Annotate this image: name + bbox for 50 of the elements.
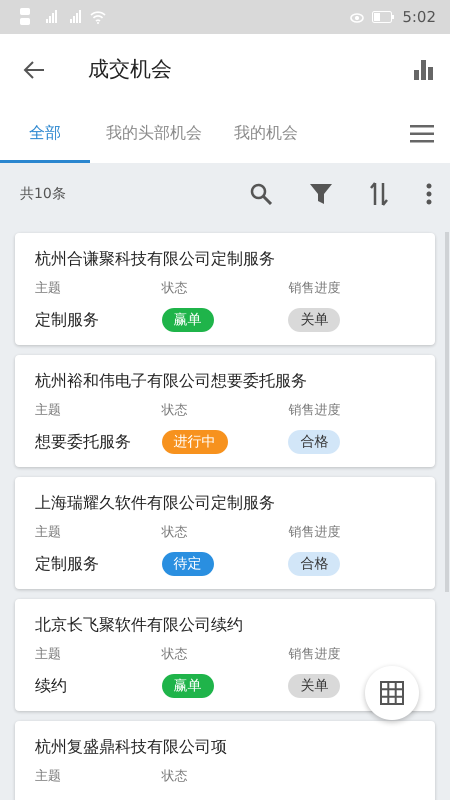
card-title: 杭州裕和伟电子有限公司想要委托服务 [35, 370, 308, 392]
card-background[interactable]: 北京长飞聚软件有限公司续约 主题 状态 销售进度 续约 赢单 关单 [15, 599, 435, 711]
card-title: 杭州合谦聚科技有限公司定制服务 [35, 248, 276, 270]
grid-icon [380, 681, 404, 705]
status-tag: 进行中 [162, 430, 228, 454]
field-label: 主题 [35, 647, 61, 662]
progress-tag: 合格 [288, 430, 340, 454]
subject-text: 定制服务 [35, 310, 99, 328]
card-title: 北京长飞聚软件有限公司续约 [35, 614, 244, 636]
menu-button[interactable] [410, 125, 434, 143]
field-label: 状态 [162, 281, 188, 296]
subject-text: 定制服务 [35, 554, 99, 572]
card-title: 上海瑞耀久软件有限公司定制服务 [35, 492, 276, 514]
filter-button[interactable] [310, 183, 332, 205]
record-count: 共10条 [20, 184, 66, 204]
back-button[interactable] [22, 60, 46, 80]
field-label: 销售进度 [288, 525, 340, 540]
more-button[interactable] [426, 183, 432, 205]
clock-time: 5:02 [402, 6, 436, 28]
eye-icon [350, 11, 364, 23]
status-tag: 赢单 [162, 674, 214, 698]
search-button[interactable] [250, 183, 272, 205]
sort-button[interactable] [370, 182, 388, 206]
card-background[interactable]: 上海瑞耀久软件有限公司定制服务 主题 状态 销售进度 定制服务 待定 合格 [15, 477, 435, 589]
field-label: 状态 [162, 647, 188, 662]
field-label: 主题 [35, 769, 61, 784]
field-label: 销售进度 [288, 403, 340, 418]
field-label: 主题 [35, 403, 61, 418]
progress-tag: 关单 [288, 674, 340, 698]
field-label: 主题 [35, 281, 61, 296]
field-label: 状态 [162, 769, 188, 784]
chart-button[interactable] [414, 60, 434, 80]
card-background[interactable]: 杭州裕和伟电子有限公司想要委托服务 主题 状态 销售进度 想要委托服务 进行中 合格 [15, 355, 435, 467]
subject-text: 续约 [35, 676, 67, 694]
field-label: 主题 [35, 525, 61, 540]
field-label: 销售进度 [288, 281, 340, 296]
card-title: 杭州复盛鼎科技有限公司项 [35, 736, 228, 758]
field-label: 销售进度 [288, 647, 340, 662]
page-title: 成交机会 [88, 56, 172, 83]
progress-tag: 关单 [288, 308, 340, 332]
field-label: 状态 [162, 525, 188, 540]
progress-tag: 合格 [288, 552, 340, 576]
wifi-icon [90, 10, 106, 24]
subject-text: 想要委托服务 [35, 432, 131, 450]
field-label: 状态 [162, 403, 188, 418]
card-background[interactable]: 杭州复盛鼎科技有限公司项 主题 状态 [15, 721, 435, 800]
card-background[interactable]: 杭州合谦聚科技有限公司定制服务 主题 状态 销售进度 定制服务 赢单 关单 [15, 233, 435, 345]
battery-icon [372, 11, 394, 23]
status-tag: 待定 [162, 552, 214, 576]
status-tag: 赢单 [162, 308, 214, 332]
